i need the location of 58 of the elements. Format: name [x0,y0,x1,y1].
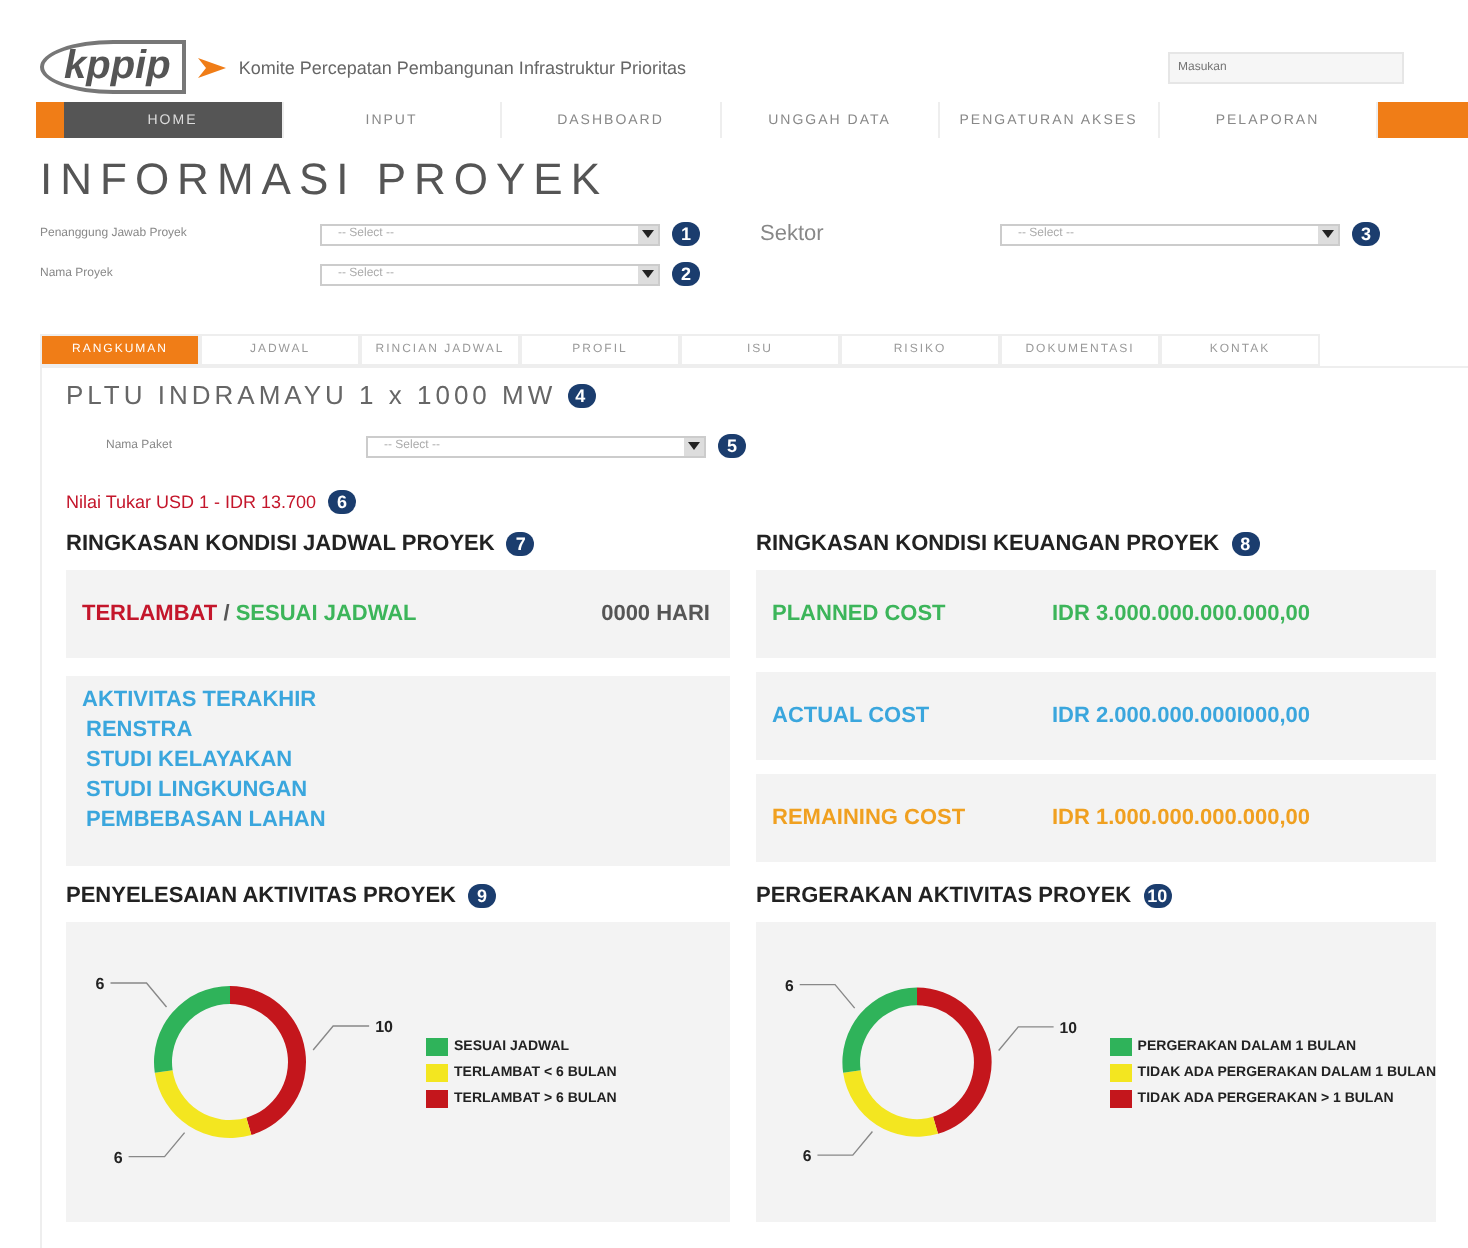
activity-item: PEMBEBASAN LAHAN [86,808,328,832]
cost-label: REMAINING COST [772,806,968,830]
status-on-schedule: SESUAI JADWAL [235,602,417,626]
number-badge: 9 [467,883,496,907]
leader-line [109,982,168,1008]
dropdown-icon [1322,230,1334,238]
legend-swatch [1109,1063,1132,1081]
exchange-rate: Nilai Tukar USD 1 - IDR 13.700 [66,492,317,512]
number-badge: 8 [1231,531,1260,555]
cost-value: IDR 1.000.000.000.000,00 [1052,806,1313,830]
cost-label: PLANNED COST [772,602,948,626]
legend-swatch [426,1063,448,1081]
dropdown-icon [642,230,654,238]
activity-item: RENSTRA [86,718,195,742]
activity-item: STUDI LINGKUNGAN [86,778,310,802]
data-label: 6 [785,976,794,995]
section-heading: PENYELESAIAN AKTIVITAS PROYEK [66,883,456,907]
project-title: PLTU INDRAMAYU 1 x 1000 MW [66,380,557,410]
leader-line [312,1025,370,1051]
activities-title: AKTIVITAS TERAKHIR [82,688,319,712]
days-count: 0000 HARI [601,602,710,626]
number-badge: 1 [672,222,700,246]
dropdown-icon [642,270,654,278]
separator: / [221,602,232,626]
number-badge: 5 [718,434,746,458]
number-badge: 2 [672,262,700,286]
activity-item: STUDI KELAYAKAN [86,748,295,772]
legend-swatch [426,1037,448,1055]
cost-value: IDR 2.000.000.000I000,00 [1052,704,1313,728]
section-heading: RINGKASAN KONDISI KEUANGAN PROYEK [756,531,1220,555]
data-label: 10 [1059,1018,1077,1037]
dropdown-icon [688,442,700,450]
cost-label: ACTUAL COST [772,704,932,728]
leader-line [816,1130,874,1156]
section-heading: PERGERAKAN AKTIVITAS PROYEK [756,883,1132,907]
field-label: Sektor [760,222,826,246]
legend-swatch [426,1089,448,1107]
legend-swatch [1109,1037,1132,1055]
number-badge: 10 [1143,883,1172,907]
data-label: 6 [802,1147,812,1165]
data-label: 6 [113,1148,123,1167]
data-label: 10 [375,1018,393,1037]
status-late: TERLAMBAT [82,602,218,626]
data-label: 6 [95,975,105,993]
page-title: INFORMASI PROYEK [40,154,611,206]
section-heading: RINGKASAN KONDISI JADWAL PROYEK [66,531,495,555]
logo-arrow-icon [198,57,227,77]
leader-line [799,983,856,1009]
number-badge: 7 [506,531,535,555]
number-badge: 3 [1352,222,1380,246]
logo: kppip [40,40,187,94]
number-badge: 6 [328,490,357,514]
cost-value: IDR 3.000.000.000.000,00 [1052,602,1313,626]
number-badge: 4 [568,383,597,407]
leader-line [127,1131,186,1158]
legend-swatch [1109,1089,1132,1107]
organization-name: Komite Percepatan Pembangunan Infrastruktur Prioritas [238,57,688,77]
leader-line [997,1026,1055,1052]
